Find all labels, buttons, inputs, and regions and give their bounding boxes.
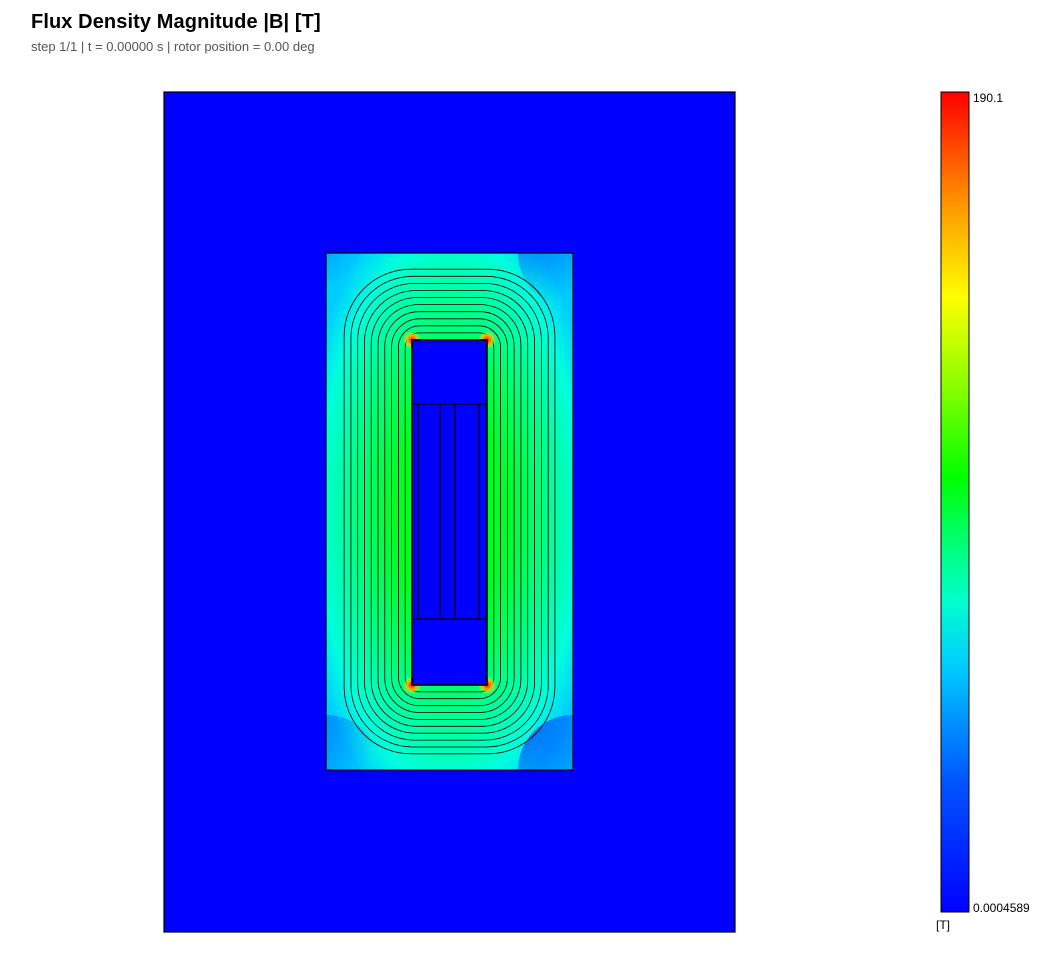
colorbar-max-label: 190.1: [973, 91, 1004, 105]
colorbar: [940, 91, 970, 913]
window-region: [411, 339, 488, 686]
colorbar-min-label: 0.0004589: [973, 901, 1030, 915]
field-plot: [163, 91, 970, 933]
colorbar-unit-label: [T]: [936, 918, 950, 932]
plot-page: Flux Density Magnitude |B| [T] step 1/1 …: [0, 0, 1050, 962]
